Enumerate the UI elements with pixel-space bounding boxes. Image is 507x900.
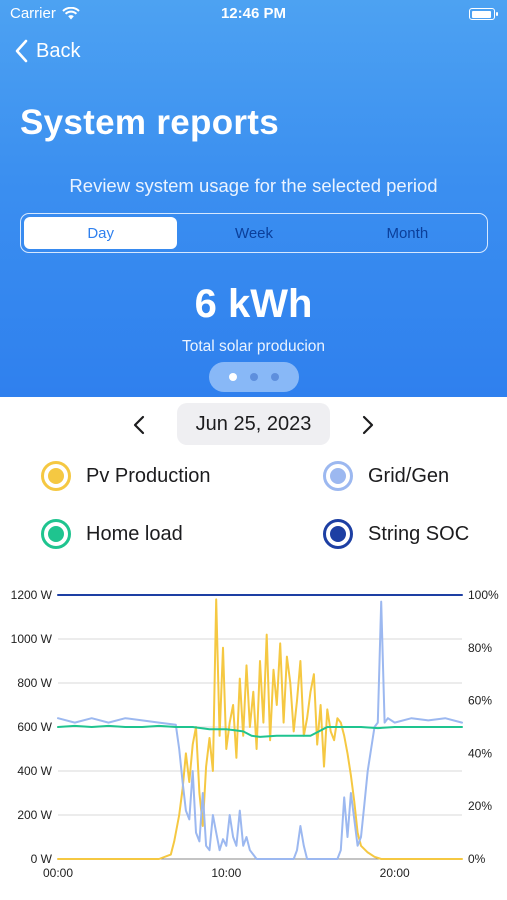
chevron-left-icon — [133, 415, 145, 435]
tab-day[interactable]: Day — [24, 217, 178, 249]
previous-date-button[interactable] — [125, 411, 153, 439]
y-left-tick-label: 1000 W — [11, 632, 53, 646]
back-button[interactable]: Back — [14, 39, 80, 63]
next-date-button[interactable] — [354, 411, 382, 439]
page-subtitle: Review system usage for the selected per… — [69, 175, 438, 196]
y-left-tick-label: 600 W — [17, 720, 52, 734]
total-production-caption: Total solar producion — [181, 338, 326, 355]
page-dot — [229, 373, 237, 381]
y-right-tick-label: 100% — [468, 588, 499, 602]
legend-label: String SOC — [368, 522, 470, 545]
power-chart[interactable]: 0 W 200 W 400 W 600 W 800 W 1000 W 1200 W 0% 20%… — [0, 560, 507, 900]
x-tick-label: 20:00 — [380, 866, 410, 880]
back-label: Back — [36, 39, 81, 62]
legend-grid-gen-icon — [323, 461, 353, 491]
y-right-tick-label: 20% — [468, 799, 492, 813]
legend-label: Home load — [86, 522, 183, 545]
legend-home-load-icon — [41, 519, 71, 549]
legend-string-soc-icon — [323, 519, 353, 549]
date-navigator: Jun 25, 2023 — [0, 403, 507, 447]
series-home-load — [57, 724, 463, 738]
page-dot — [250, 373, 258, 381]
period-segmented-control: Day Week Month — [20, 213, 488, 253]
x-tick-label: 00:00 — [43, 866, 73, 880]
total-production-value: 6 kWh — [194, 282, 313, 326]
status-bar: Carrier 12:46 PM — [0, 0, 507, 30]
y-left-tick-label: 400 W — [17, 764, 52, 778]
status-time: 12:46 PM — [220, 5, 287, 22]
header-panel: Carrier 12:46 PM Back System reports Rev… — [0, 0, 507, 397]
series-grid-gen — [57, 600, 463, 860]
battery-icon — [469, 8, 498, 20]
legend-label: Pv Production — [86, 464, 211, 487]
y-right-tick-label: 60% — [468, 694, 492, 708]
legend-pv-production[interactable]: Pv Production — [41, 461, 211, 491]
y-left-tick-label: 200 W — [17, 808, 52, 822]
legend-pv-production-icon — [41, 461, 71, 491]
x-tick-label: 10:00 — [211, 866, 241, 880]
y-right-tick-label: 80% — [468, 641, 492, 655]
legend-label: Grid/Gen — [368, 464, 450, 487]
legend-string-soc[interactable]: String SOC — [323, 519, 469, 549]
y-right-tick-label: 0% — [468, 852, 486, 866]
y-left-tick-label: 0 W — [31, 852, 53, 866]
y-left-tick-label: 800 W — [17, 676, 52, 690]
page-indicator[interactable] — [209, 362, 299, 392]
chevron-left-icon — [15, 39, 28, 63]
page-dot — [271, 373, 279, 381]
y-left-tick-label: 1200 W — [11, 588, 53, 602]
page-title: System reports — [20, 103, 280, 142]
legend-home-load[interactable]: Home load — [41, 519, 183, 549]
tab-month[interactable]: Month — [331, 217, 484, 249]
date-picker-button[interactable]: Jun 25, 2023 — [177, 403, 330, 445]
tab-week[interactable]: Week — [177, 217, 330, 249]
legend-grid-gen[interactable]: Grid/Gen — [323, 461, 449, 491]
chevron-right-icon — [362, 415, 374, 435]
y-right-tick-label: 40% — [468, 746, 492, 760]
series-pv-production — [57, 598, 463, 860]
